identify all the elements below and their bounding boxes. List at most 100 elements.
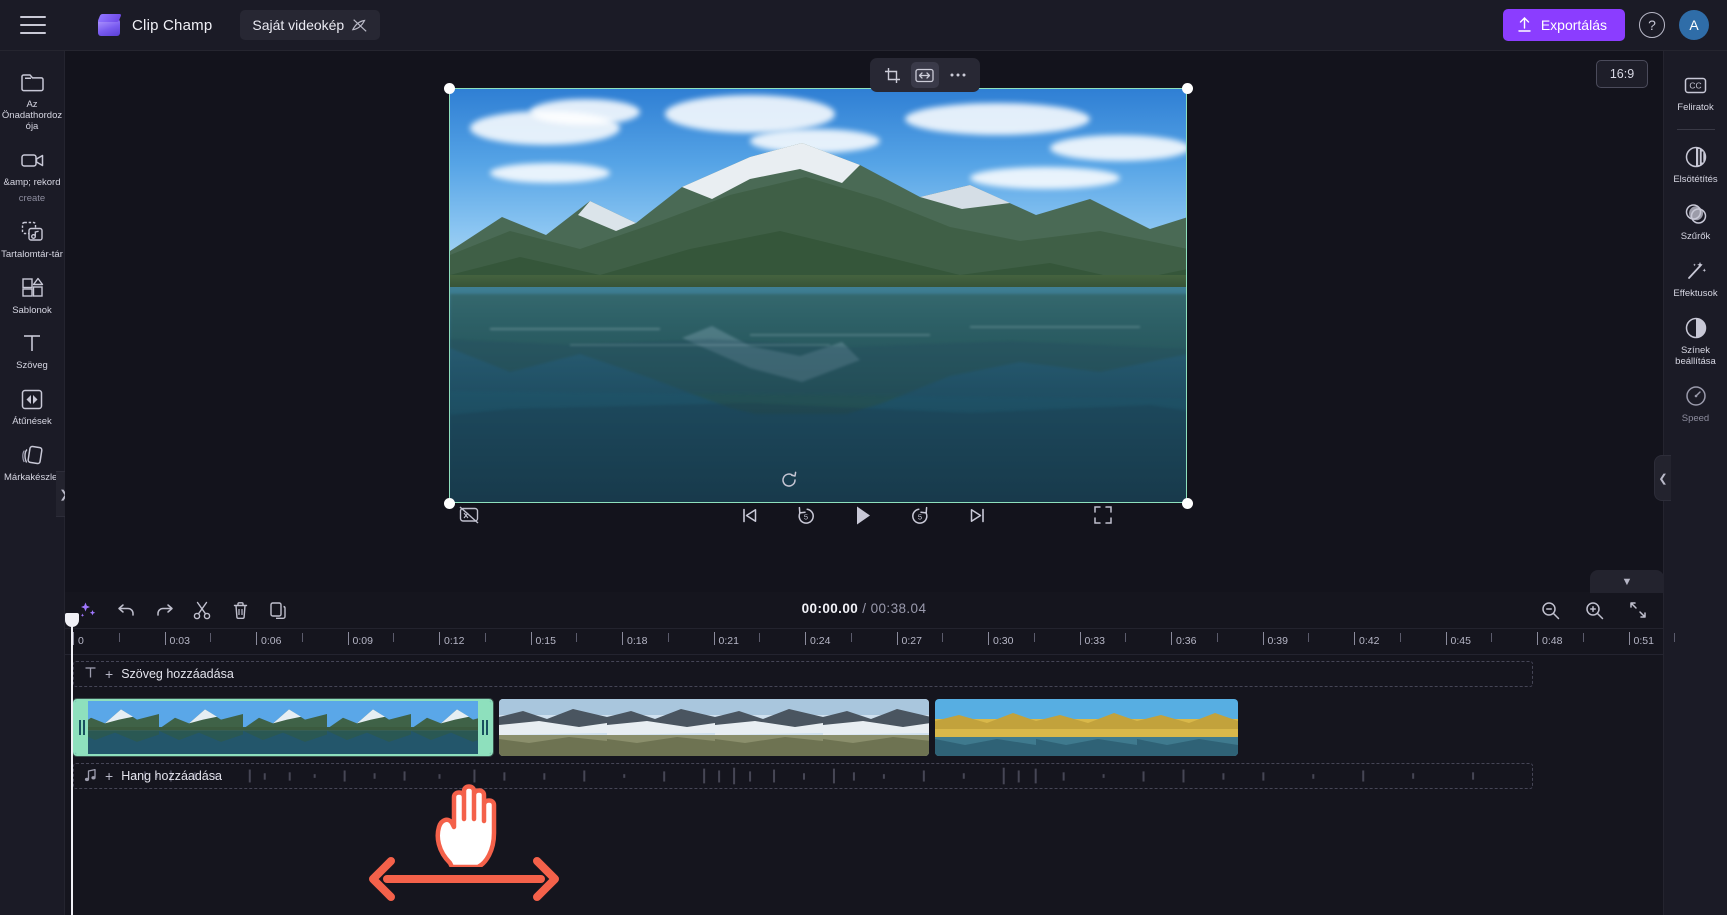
table-row[interactable]: [499, 699, 929, 756]
ruler-tick-minor: [942, 633, 944, 642]
fullscreen-icon[interactable]: [1089, 501, 1117, 529]
right-item-filters[interactable]: Szűrők: [1664, 192, 1727, 249]
ruler-tick-minor: [1674, 633, 1676, 642]
chevron-down-icon: ▼: [1621, 575, 1633, 588]
upload-icon: [1518, 17, 1531, 32]
right-item-captions[interactable]: CC Feliratok: [1664, 63, 1727, 120]
ruler-label: 0:39: [1267, 635, 1288, 647]
thumb: [823, 699, 929, 756]
captions-off-icon[interactable]: [455, 501, 483, 529]
thumb: [1137, 699, 1238, 756]
help-button[interactable]: ?: [1639, 12, 1665, 38]
sidebar-item-text[interactable]: Szöveg: [0, 322, 65, 378]
playhead[interactable]: [65, 613, 79, 915]
ruler-label: 0:48: [1542, 635, 1563, 647]
video-preview[interactable]: [449, 88, 1187, 503]
ruler-tick-minor: [1399, 633, 1401, 642]
right-panel-collapse-button[interactable]: ❮: [1654, 455, 1671, 501]
skip-to-end-icon[interactable]: [962, 500, 992, 530]
right-label: Színek beállítása: [1675, 344, 1716, 367]
more-options-icon[interactable]: [944, 62, 972, 88]
brand[interactable]: Clip Champ: [96, 13, 212, 37]
aspect-ratio-button[interactable]: 16:9: [1596, 60, 1648, 88]
selection-handle-top-left[interactable]: [444, 83, 455, 94]
ruler-tick-minor: [484, 633, 486, 642]
forward-5s-icon[interactable]: 5: [905, 500, 935, 530]
play-icon[interactable]: [848, 500, 878, 530]
music-note-icon: [84, 768, 97, 785]
ruler-label: 0:36: [1176, 635, 1197, 647]
sidebar-item-content-library[interactable]: Tartalomtár-tár: [0, 211, 65, 267]
ruler-tick-major: [988, 632, 989, 645]
right-item-fade[interactable]: Elsötétítés: [1664, 135, 1727, 192]
skip-to-start-icon[interactable]: [734, 500, 764, 530]
sidebar-item-templates[interactable]: Sablonok: [0, 267, 65, 323]
trim-handle-right[interactable]: [478, 701, 491, 754]
double-headed-horizontal-arrow: [369, 857, 559, 901]
ruler-tick-minor: [301, 633, 303, 642]
sidebar-item-your-media[interactable]: Az Önadathordozója: [0, 61, 65, 139]
ruler-tick-major: [1445, 632, 1447, 645]
reset-rotate-icon[interactable]: [778, 469, 800, 491]
ruler-label: 0:15: [535, 635, 556, 647]
clip-float-toolbar: [870, 58, 980, 92]
fit-resize-icon[interactable]: [910, 62, 939, 88]
timeline-collapse-caret[interactable]: ▼: [1590, 570, 1664, 593]
brand-kit-icon: [19, 442, 45, 468]
eye-off-icon[interactable]: [351, 18, 368, 33]
ruler-tick-minor: [576, 633, 578, 642]
selection-handle-bottom-right[interactable]: [1182, 498, 1193, 509]
brand-name: Clip Champ: [132, 16, 213, 34]
cloud: [530, 99, 640, 125]
timecode-display: 00:00.00 / 00:38.04: [65, 601, 1663, 616]
project-title-field[interactable]: Saját videokép: [240, 10, 381, 40]
thumb: [1036, 699, 1137, 756]
total-time: 00:38.04: [870, 601, 927, 616]
sidebar-label: Márkakészlet: [4, 472, 60, 484]
avatar[interactable]: A: [1679, 10, 1709, 40]
export-button[interactable]: Exportálás: [1502, 9, 1625, 41]
right-label: Szűrők: [1680, 230, 1711, 242]
trim-handle-left[interactable]: [75, 701, 88, 754]
water-ripples: [490, 326, 1140, 346]
rewind-5s-icon[interactable]: 5: [791, 500, 821, 530]
svg-text:5: 5: [918, 513, 922, 522]
ruler-tick-minor: [118, 633, 120, 642]
top-bar: Clip Champ Saját videokép Exportálás ? A: [0, 0, 1727, 51]
ruler-label: 0:30: [993, 635, 1014, 647]
timeline-ruler[interactable]: 0 0:03 0:06 0:09 0:12 0:15 0:18 0:21 0:24 0:27 0:3…: [65, 629, 1676, 655]
selection-handle-bottom-left[interactable]: [444, 498, 455, 509]
current-time: 00:00.00: [801, 601, 859, 616]
crop-icon[interactable]: [878, 62, 906, 88]
fit-timeline-icon[interactable]: [1623, 595, 1653, 625]
templates-icon: [19, 275, 45, 301]
thumb: [243, 701, 327, 754]
sidebar-item-brand-kit[interactable]: Márkakészlet: [0, 434, 65, 490]
zoom-out-icon[interactable]: [1535, 595, 1565, 625]
sidebar-item-transitions[interactable]: Átűnések: [0, 378, 65, 434]
divider: [1676, 128, 1715, 130]
table-row[interactable]: [935, 699, 1238, 756]
ruler-tick-minor: [1582, 633, 1584, 642]
right-item-effects[interactable]: Effektusok: [1664, 249, 1727, 306]
right-item-speed[interactable]: Speed: [1664, 374, 1727, 431]
table-row[interactable]: [73, 699, 493, 756]
add-icon: +: [105, 768, 114, 784]
audio-waveform: [133, 767, 1475, 785]
zoom-in-icon[interactable]: [1579, 595, 1609, 625]
ruler-label: 0:12: [444, 635, 465, 647]
sidebar-sublabel: create: [18, 192, 46, 204]
add-audio-track[interactable]: + Hang hozzáadása: [73, 763, 1533, 789]
ruler-label: 0:45: [1450, 635, 1471, 647]
transitions-icon: [19, 386, 45, 412]
ruler-tick-major: [805, 632, 806, 645]
hamburger-icon[interactable]: [20, 16, 46, 34]
timeline-panel: ▼ 00:00.00 / 00:38.04 0 0:03 0:06 0:09 0…: [65, 570, 1676, 915]
right-item-adjust-colors[interactable]: Színek beállítása: [1664, 306, 1727, 374]
selection-handle-top-right[interactable]: [1182, 83, 1193, 94]
add-text-track[interactable]: + Szöveg hozzáadása: [73, 661, 1533, 687]
ruler-label: 0: [78, 635, 84, 647]
ruler-tick-major: [256, 632, 257, 645]
ruler-tick-major: [1262, 632, 1264, 645]
sidebar-item-record-create[interactable]: &amp; rekord create: [0, 139, 65, 211]
